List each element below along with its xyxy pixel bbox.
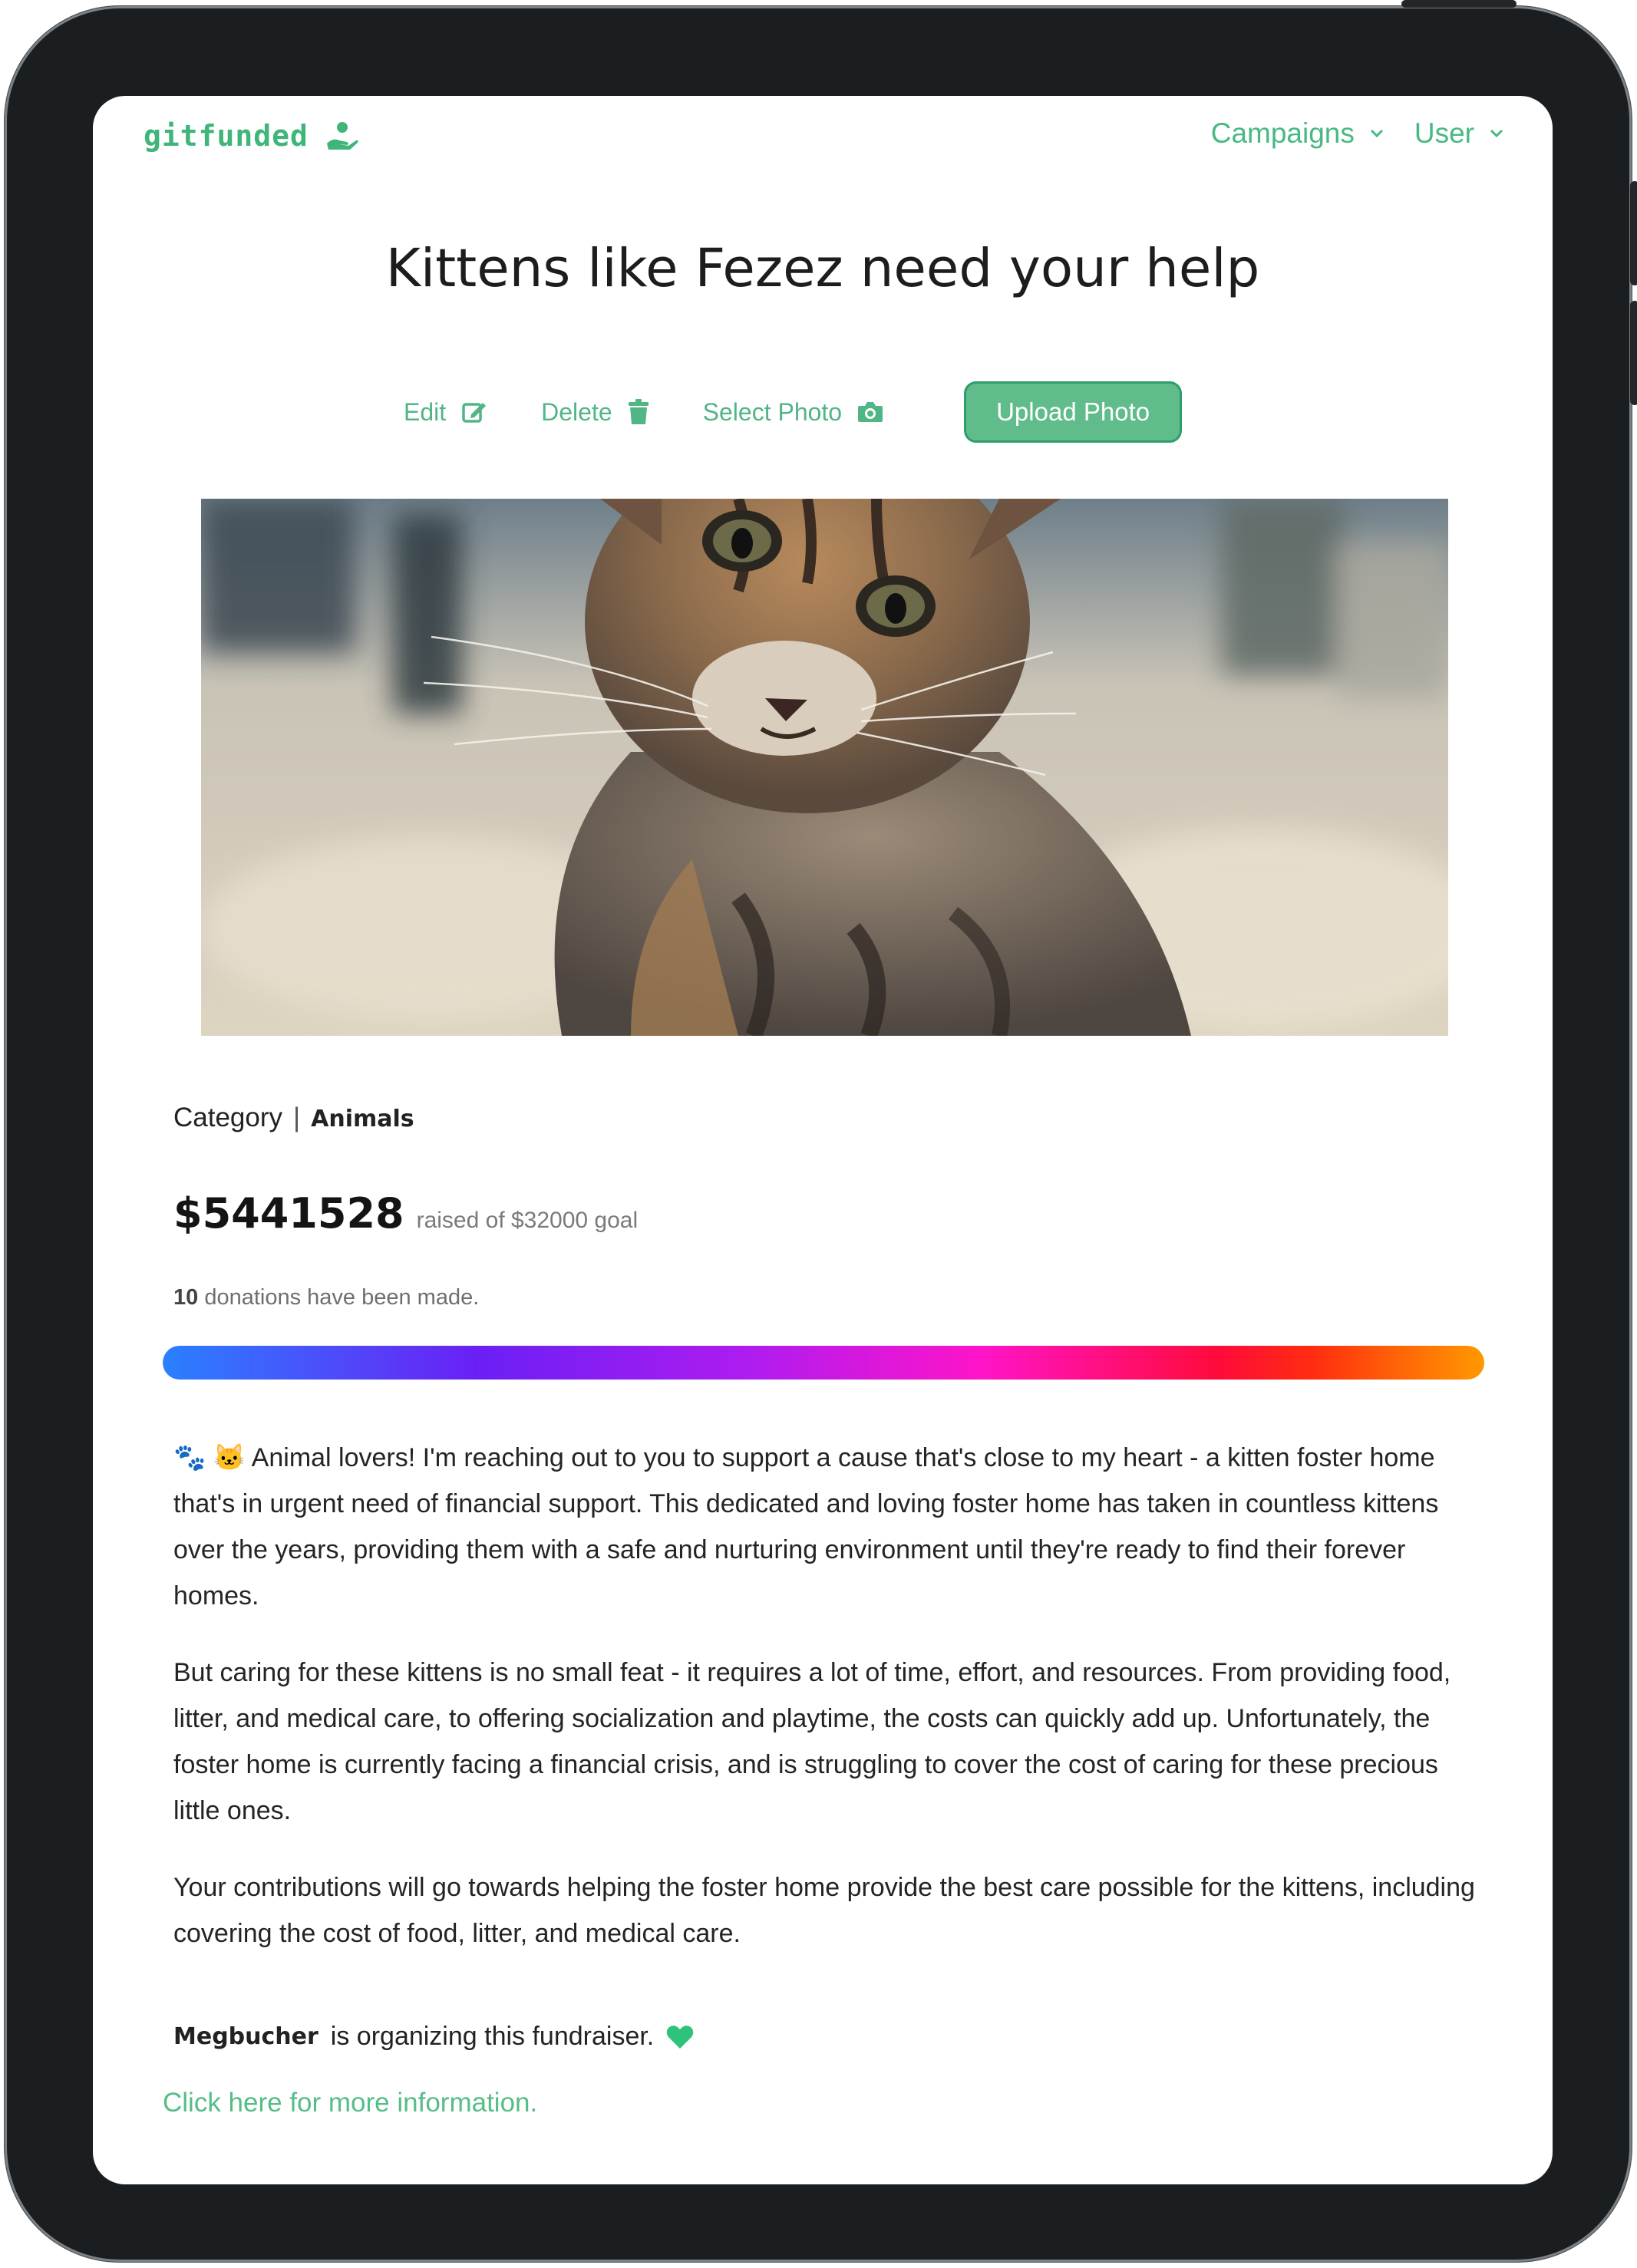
more-info-link[interactable]: Click here for more information. (163, 2088, 537, 2118)
progress-bar (163, 1346, 1484, 1380)
chevron-down-icon (1370, 129, 1383, 138)
category-value: Animals (311, 1106, 414, 1132)
nav-campaigns-label: Campaigns (1210, 117, 1355, 149)
edit-button[interactable]: Edit (404, 398, 487, 427)
select-photo-label: Select Photo (702, 397, 843, 426)
goal-text: raised of $32000 goal (416, 1208, 639, 1233)
nav-menu: Campaigns User (1211, 117, 1505, 150)
amount-row: $5441528 raised of $32000 goal (173, 1189, 638, 1238)
campaign-actions: Edit Delete Select Photo Upload Photo (404, 381, 1183, 443)
heart-icon (666, 2025, 694, 2049)
donation-count: 10 (173, 1285, 199, 1310)
donation-count-text: 10 donations have been made. (173, 1285, 479, 1310)
donation-text: donations have been made. (204, 1285, 480, 1310)
amount-raised: $5441528 (173, 1189, 404, 1238)
camera-icon (858, 402, 883, 422)
category: Category | Animals (173, 1103, 414, 1133)
category-separator: | (293, 1103, 301, 1132)
volume-up-button (1630, 181, 1637, 285)
volume-down-button (1630, 301, 1637, 405)
screen: gitfunded Campaigns User Kittens like Fe… (93, 96, 1553, 2184)
description-paragraph: Your contributions will go towards helpi… (173, 1873, 1475, 1948)
description-paragraph: 🐾 🐱 Animal lovers! I'm reaching out to y… (173, 1443, 1439, 1610)
brand-name: gitfunded (144, 119, 309, 153)
category-label: Category (173, 1103, 283, 1132)
organizer-name: Megbucher (173, 2023, 318, 2050)
campaign-title: Kittens like Fezez need your help (385, 238, 1260, 299)
upload-photo-button[interactable]: Upload Photo (964, 381, 1183, 443)
hand-coin-icon (326, 122, 358, 150)
tablet-frame: gitfunded Campaigns User Kittens like Fe… (5, 0, 1637, 2262)
delete-button[interactable]: Delete (541, 398, 649, 427)
description-paragraph: But caring for these kittens is no small… (173, 1658, 1451, 1825)
trash-icon (628, 399, 649, 424)
select-photo-button[interactable]: Select Photo (703, 398, 883, 427)
nav-user-label: User (1414, 117, 1474, 149)
delete-label: Delete (541, 397, 612, 426)
power-button (1401, 0, 1517, 8)
nav-campaigns[interactable]: Campaigns (1211, 117, 1385, 150)
organizer: Megbucher is organizing this fundraiser. (173, 2022, 694, 2052)
edit-icon (462, 403, 487, 423)
chevron-down-icon (1490, 129, 1503, 138)
campaign-description: 🐾 🐱 Animal lovers! I'm reaching out to y… (173, 1435, 1478, 1987)
brand-logo[interactable]: gitfunded (144, 119, 359, 153)
edit-label: Edit (404, 397, 447, 426)
progress-fill (163, 1346, 1484, 1380)
campaign-photo (201, 499, 1448, 1036)
organizer-text: is organizing this fundraiser. (330, 2022, 655, 2051)
kitten-photo (201, 499, 1448, 1036)
nav-user[interactable]: User (1414, 117, 1505, 150)
